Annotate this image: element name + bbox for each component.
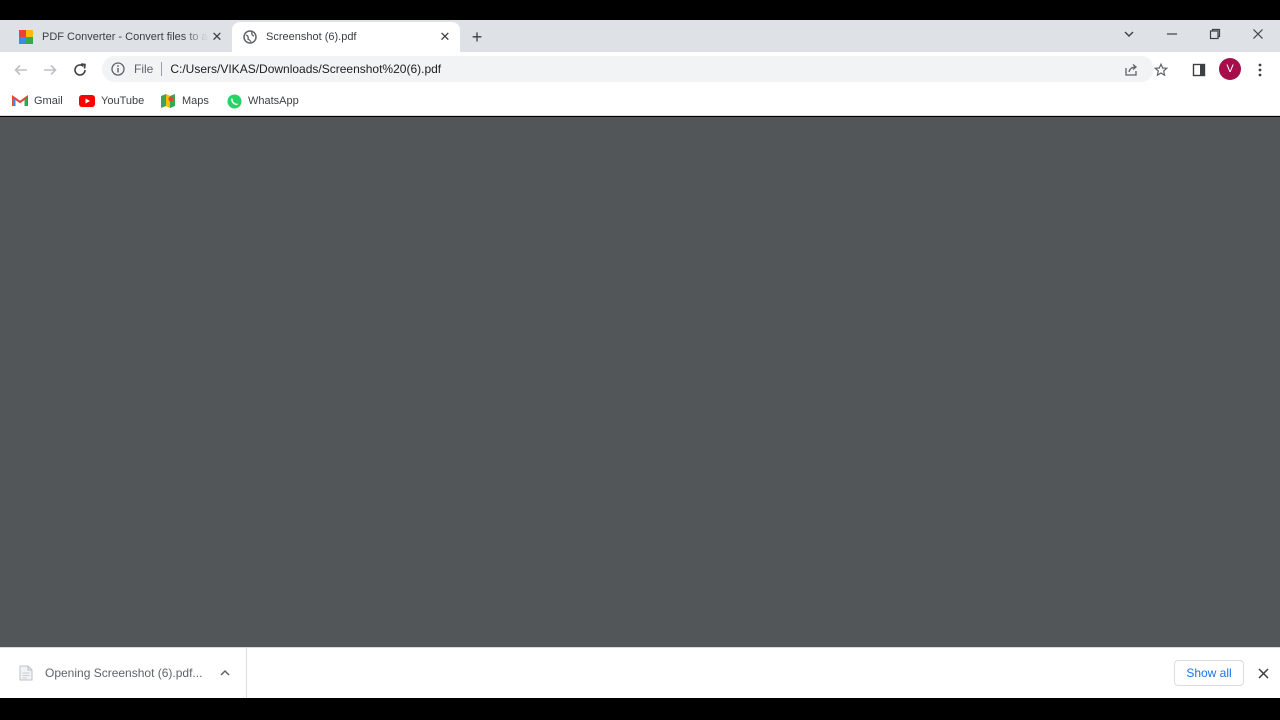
letterbox-top xyxy=(0,0,1280,20)
reload-icon[interactable] xyxy=(69,59,91,81)
share-icon[interactable] xyxy=(1122,61,1140,79)
address-bar[interactable]: File C:/Users/VIKAS/Downloads/Screenshot… xyxy=(102,56,1168,82)
bookmarks-bar: Gmail YouTube Maps WhatsApp xyxy=(0,86,1280,116)
gmail-icon xyxy=(12,93,28,109)
show-all-button[interactable]: Show all xyxy=(1174,660,1244,686)
url-text[interactable]: C:/Users/VIKAS/Downloads/Screenshot%20(6… xyxy=(170,62,441,76)
youtube-icon xyxy=(79,93,95,109)
tab-title: Screenshot (6).pdf xyxy=(266,31,357,43)
file-icon xyxy=(19,665,33,681)
pdf-converter-favicon xyxy=(18,29,34,45)
bookmark-gmail[interactable]: Gmail xyxy=(12,91,63,111)
url-separator xyxy=(161,62,163,76)
maps-icon xyxy=(160,93,176,109)
forward-arrow-icon[interactable] xyxy=(39,59,61,81)
pdf-viewer-area[interactable] xyxy=(0,117,1280,647)
bookmark-label: Gmail xyxy=(34,95,63,107)
download-item[interactable]: Opening Screenshot (6).pdf... xyxy=(0,648,247,698)
tab-screenshot-pdf[interactable]: Screenshot (6).pdf ✕ xyxy=(232,22,460,52)
menu-kebab-icon[interactable] xyxy=(1250,60,1270,80)
close-icon[interactable] xyxy=(1254,664,1272,682)
bookmark-star-icon[interactable] xyxy=(1152,61,1170,79)
tab-strip: PDF Converter - Convert files to and fro… xyxy=(0,20,1280,52)
back-arrow-icon[interactable] xyxy=(10,59,32,81)
restore-icon[interactable] xyxy=(1200,22,1230,46)
download-status-text: Opening Screenshot (6).pdf... xyxy=(45,666,203,680)
tab-pdf-converter[interactable]: PDF Converter - Convert files to and fro… xyxy=(8,22,232,52)
side-panel-icon[interactable] xyxy=(1189,60,1209,80)
bookmark-youtube[interactable]: YouTube xyxy=(79,91,144,111)
minimize-icon[interactable] xyxy=(1157,22,1187,46)
close-icon[interactable]: ✕ xyxy=(208,28,226,46)
info-icon[interactable] xyxy=(110,61,126,77)
bookmark-whatsapp[interactable]: WhatsApp xyxy=(226,91,299,111)
new-tab-button[interactable]: + xyxy=(466,26,488,48)
bookmark-label: WhatsApp xyxy=(248,95,299,107)
url-scheme-label: File xyxy=(134,62,154,76)
download-shelf: Opening Screenshot (6).pdf... Show all xyxy=(0,647,1280,698)
chevron-up-icon[interactable] xyxy=(216,664,234,682)
tab-title: PDF Converter - Convert files to and fro… xyxy=(42,31,208,43)
profile-avatar[interactable]: V xyxy=(1219,58,1241,80)
bookmark-label: Maps xyxy=(182,95,209,107)
bookmark-label: YouTube xyxy=(101,95,145,107)
tab-search-chevron-icon[interactable] xyxy=(1114,22,1144,46)
close-icon[interactable]: ✕ xyxy=(436,28,454,46)
bookmark-maps[interactable]: Maps xyxy=(160,91,209,111)
globe-icon xyxy=(242,29,258,45)
toolbar: File C:/Users/VIKAS/Downloads/Screenshot… xyxy=(0,52,1280,86)
window-close-icon[interactable] xyxy=(1243,22,1273,46)
letterbox-bottom xyxy=(0,698,1280,720)
whatsapp-icon xyxy=(226,93,242,109)
